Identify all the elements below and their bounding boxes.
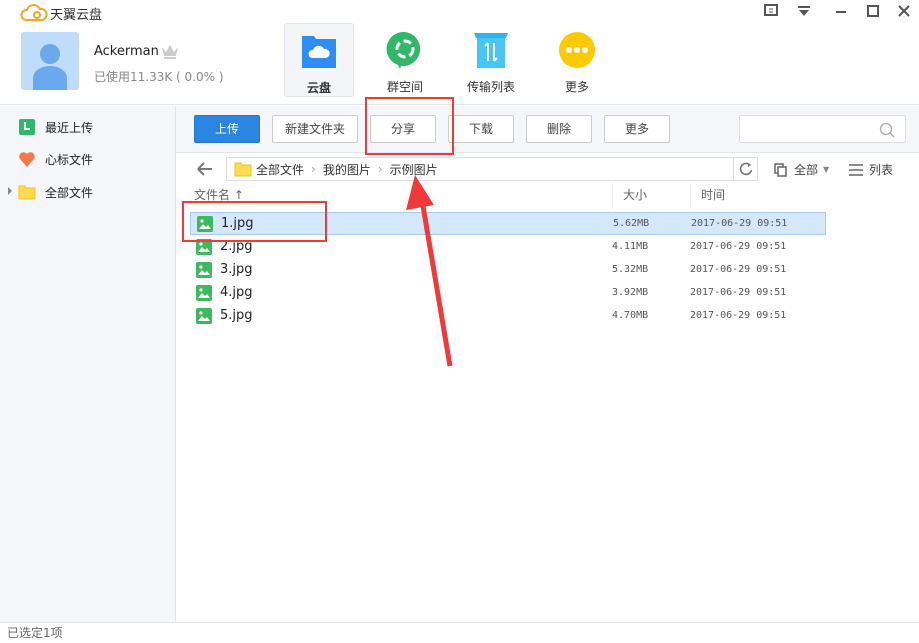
chevron-down-icon: ▼ [823,165,830,174]
breadcrumb-item[interactable]: 我的图片 [323,161,371,178]
column-header-time[interactable]: 时间 [701,185,725,209]
copy-icon [774,162,787,177]
nav-transfer-list[interactable]: 传输列表 [456,23,526,97]
file-size: 4.11MB [612,241,649,252]
minimize-icon[interactable] [832,4,850,22]
annotation-box-share [365,97,454,155]
breadcrumb-separator-icon: › [377,162,383,176]
sidebar: 最近上传 心标文件 全部文件 [0,106,176,622]
column-divider [612,183,613,209]
more-icon [559,32,595,68]
search-icon[interactable] [879,122,895,138]
more-button[interactable]: 更多 [604,115,670,143]
file-row[interactable]: 5.jpg 4.70MB 2017-06-29 09:51 [190,304,826,327]
download-button[interactable]: 下载 [448,115,514,143]
recent-upload-icon [19,119,35,135]
file-time: 2017-06-29 09:51 [690,310,787,321]
filter-label: 全部 [794,163,819,177]
annotation-box-file [182,201,327,242]
nav-label: 更多 [564,80,589,94]
file-name: 4.jpg [220,285,253,300]
file-time: 2017-06-29 09:51 [690,241,787,252]
menu-dropdown-icon[interactable] [795,4,813,22]
refresh-button[interactable] [733,158,757,180]
avatar[interactable] [21,32,79,90]
sidebar-item-label: 最近上传 [45,120,94,135]
folder-icon [18,185,36,200]
sidebar-item-all-files[interactable]: 全部文件 [18,182,93,202]
nav-cloud-disk[interactable]: 云盘 [284,23,354,97]
nav-label: 云盘 [306,81,331,95]
upload-button[interactable]: 上传 [194,115,260,143]
sidebar-item-label: 心标文件 [45,152,94,167]
maximize-icon[interactable] [864,4,882,22]
breadcrumb-item[interactable]: 全部文件 [256,161,304,178]
nav-label: 群空间 [386,80,423,94]
username: Ackerman [94,44,159,59]
file-time: 2017-06-29 09:51 [690,287,787,298]
breadcrumb-separator-icon: › [311,162,316,176]
view-list-toggle[interactable]: 列表 [849,161,893,178]
delete-button[interactable]: 删除 [526,115,592,143]
refresh-icon [739,162,752,176]
folder-icon [234,162,252,177]
file-time: 2017-06-29 09:51 [691,218,788,229]
column-divider [690,183,691,209]
heart-icon [19,152,35,167]
image-file-icon [196,284,212,301]
view-label: 列表 [869,163,894,177]
sidebar-item-recent-upload[interactable]: 最近上传 [18,117,93,137]
new-folder-button[interactable]: 新建文件夹 [272,115,358,143]
header: 天翼云盘 Ackerman 已使用11.33K ( 0.0% ) 云盘 群空间 … [0,0,919,105]
sidebar-item-label: 全部文件 [45,185,94,200]
search-input[interactable] [739,115,906,143]
breadcrumb: 全部文件 › 我的图片 › 示例图片 [226,157,758,181]
file-row[interactable]: 4.jpg 3.92MB 2017-06-29 09:51 [190,281,826,304]
file-size: 4.70MB [612,310,649,321]
file-size: 5.62MB [613,218,650,229]
nav-label: 传输列表 [466,80,515,94]
status-bar: 已选定1项 [0,622,919,640]
file-name: 3.jpg [220,262,253,277]
group-space-icon [386,31,421,69]
crown-icon[interactable] [160,42,180,60]
transfer-list-icon [474,33,508,68]
cloud-logo-icon [20,4,48,21]
nav-group-space[interactable]: 群空间 [370,23,440,97]
file-row[interactable]: 3.jpg 5.32MB 2017-06-29 09:51 [190,258,826,281]
list-icon [849,163,863,176]
filter-all-dropdown[interactable]: 全部 ▼ [774,161,829,178]
expand-arrow-icon[interactable] [8,187,12,195]
sidebar-item-favorites[interactable]: 心标文件 [18,149,93,169]
app-title: 天翼云盘 [50,8,103,23]
feedback-icon[interactable] [762,4,780,22]
file-size: 5.32MB [612,264,649,275]
column-header-size[interactable]: 大小 [623,185,647,209]
storage-usage: 已使用11.33K ( 0.0% ) [94,70,224,84]
annotation-arrow-icon [406,175,453,367]
close-icon[interactable] [895,4,913,22]
file-time: 2017-06-29 09:51 [690,264,787,275]
image-file-icon [196,261,212,278]
file-size: 3.92MB [612,287,649,298]
file-name: 5.jpg [220,308,253,323]
cloud-folder-icon [302,36,336,68]
back-arrow-icon[interactable] [196,161,214,177]
nav-more[interactable]: 更多 [542,23,612,97]
image-file-icon [196,307,212,324]
